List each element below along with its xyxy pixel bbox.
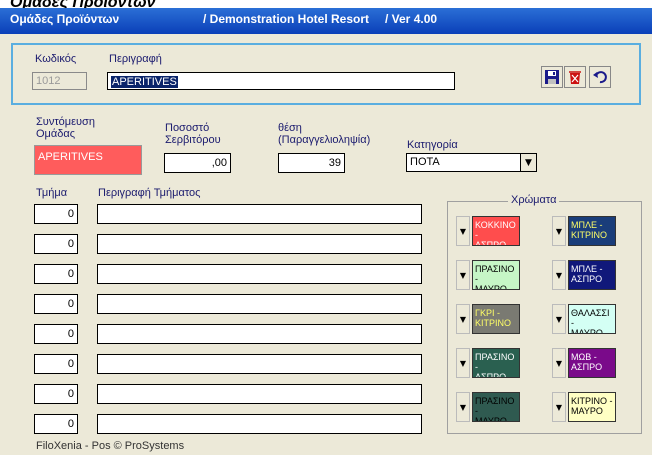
chevron-down-icon: ▼ — [525, 157, 532, 168]
dept-description-field[interactable] — [97, 354, 422, 374]
color-swatch[interactable]: ΘΑΛΑΣΣΙ - ΜΑΥΡΟ — [568, 304, 616, 334]
dept-number-field[interactable]: 0 — [34, 324, 78, 344]
chevron-down-icon: ▼ — [459, 402, 467, 412]
dept-description-field[interactable] — [97, 294, 422, 314]
color-picker-button[interactable]: ▼ — [456, 392, 470, 422]
waiter-pct-field[interactable]: ,00 — [164, 153, 231, 173]
chevron-down-icon: ▼ — [459, 314, 467, 324]
undo-button[interactable] — [589, 66, 611, 88]
dept-description-field[interactable] — [97, 384, 422, 404]
color-picker-button[interactable]: ▼ — [552, 216, 566, 246]
color-picker-button[interactable]: ▼ — [456, 216, 470, 246]
trash-bin-icon — [569, 71, 581, 84]
dept-description-field[interactable] — [97, 414, 422, 434]
save-disk-icon — [545, 70, 559, 84]
category-dropdown-button[interactable]: ▼ — [520, 153, 537, 172]
header-panel: Κωδικός 1012 Περιγραφή APERITIVES — [11, 43, 641, 105]
dept-number-field[interactable]: 0 — [34, 294, 78, 314]
chevron-down-icon: ▼ — [459, 358, 467, 368]
position-field[interactable]: 39 — [278, 153, 345, 173]
abbrev-field[interactable]: APERITIVES — [34, 145, 142, 175]
dept-description-field[interactable] — [97, 264, 422, 284]
position-label: θέση (Παραγγελιοληψία) — [278, 122, 371, 146]
dept-number-field[interactable]: 0 — [34, 234, 78, 254]
description-value: APERITIVES — [111, 76, 178, 88]
dept-description-field[interactable] — [97, 204, 422, 224]
chevron-down-icon: ▼ — [555, 314, 563, 324]
footer-copyright: FiloXenia - Pos © ProSystems — [36, 440, 185, 452]
waiter-pct-label: Ποσοστό Σερβιτόρου — [165, 122, 221, 146]
dept-description-field[interactable] — [97, 324, 422, 344]
dept-number-field[interactable]: 0 — [34, 204, 78, 224]
color-swatch[interactable]: ΜΩΒ - ΑΣΠΡΟ — [568, 348, 616, 378]
category-select[interactable]: ΠΟΤΑ — [406, 153, 522, 172]
chevron-down-icon: ▼ — [555, 270, 563, 280]
colors-title: Χρώματα — [508, 194, 560, 206]
description-label: Περιγραφή — [109, 53, 162, 65]
color-swatch[interactable]: ΜΠΛΕ - ΑΣΠΡΟ — [568, 260, 616, 290]
colors-panel: Χρώματα ▼ ΚΟΚΚΙΝΟ - ΑΣΠΡΟ ▼ ΜΠΛΕ - ΚΙΤΡΙΝΟ ▼… — [447, 194, 642, 434]
dept-column-header: Τμήμα — [36, 187, 68, 199]
chevron-down-icon: ▼ — [459, 270, 467, 280]
color-picker-button[interactable]: ▼ — [456, 348, 470, 378]
chevron-down-icon: ▼ — [555, 226, 563, 236]
chevron-down-icon: ▼ — [555, 358, 563, 368]
color-swatch[interactable]: ΜΠΛΕ - ΚΙΤΡΙΝΟ — [568, 216, 616, 246]
color-picker-button[interactable]: ▼ — [456, 304, 470, 334]
chevron-down-icon: ▼ — [459, 226, 467, 236]
dept-desc-column-header: Περιγραφή Τμήματος — [98, 187, 201, 199]
color-swatch[interactable]: ΠΡΑΣΙΝΟ - ΜΑΥΡΟ — [472, 260, 520, 290]
chevron-down-icon: ▼ — [555, 402, 563, 412]
category-label: Κατηγορία — [407, 139, 458, 151]
abbrev-label: Συντόμευση Ομάδας — [36, 116, 95, 140]
dept-number-field[interactable]: 0 — [34, 414, 78, 434]
titlebar-version: / Ver 4.00 — [385, 12, 438, 26]
titlebar-hotel: / Demonstration Hotel Resort — [203, 12, 370, 26]
titlebar-app-name: Ομάδες Προϊόντων — [10, 12, 120, 26]
color-picker-button[interactable]: ▼ — [456, 260, 470, 290]
window-titlebar: Ομάδες Προϊόντων / Demonstration Hotel R… — [0, 8, 652, 34]
dept-number-field[interactable]: 0 — [34, 384, 78, 404]
code-field[interactable]: 1012 — [32, 72, 87, 90]
dept-number-field[interactable]: 0 — [34, 354, 78, 374]
dept-description-field[interactable] — [97, 234, 422, 254]
delete-button[interactable] — [564, 66, 586, 88]
dept-number-field[interactable]: 0 — [34, 264, 78, 284]
color-swatch[interactable]: ΓΚΡΙ - ΚΙΤΡΙΝΟ — [472, 304, 520, 334]
code-label: Κωδικός — [35, 53, 77, 65]
color-swatch[interactable]: ΚΟΚΚΙΝΟ - ΑΣΠΡΟ — [472, 216, 520, 246]
color-swatch[interactable]: ΠΡΑΣΙΝΟ - ΜΑΥΡΟ — [472, 392, 520, 422]
undo-arrow-icon — [593, 71, 607, 84]
color-swatch[interactable]: ΚΙΤΡΙΝΟ - ΜΑΥΡΟ — [568, 392, 616, 422]
color-picker-button[interactable]: ▼ — [552, 260, 566, 290]
save-button[interactable] — [541, 66, 563, 88]
color-picker-button[interactable]: ▼ — [552, 348, 566, 378]
color-picker-button[interactable]: ▼ — [552, 392, 566, 422]
description-field[interactable]: APERITIVES — [107, 72, 455, 90]
color-picker-button[interactable]: ▼ — [552, 304, 566, 334]
color-swatch[interactable]: ΠΡΑΣΙΝΟ - ΑΣΠΡΟ — [472, 348, 520, 378]
